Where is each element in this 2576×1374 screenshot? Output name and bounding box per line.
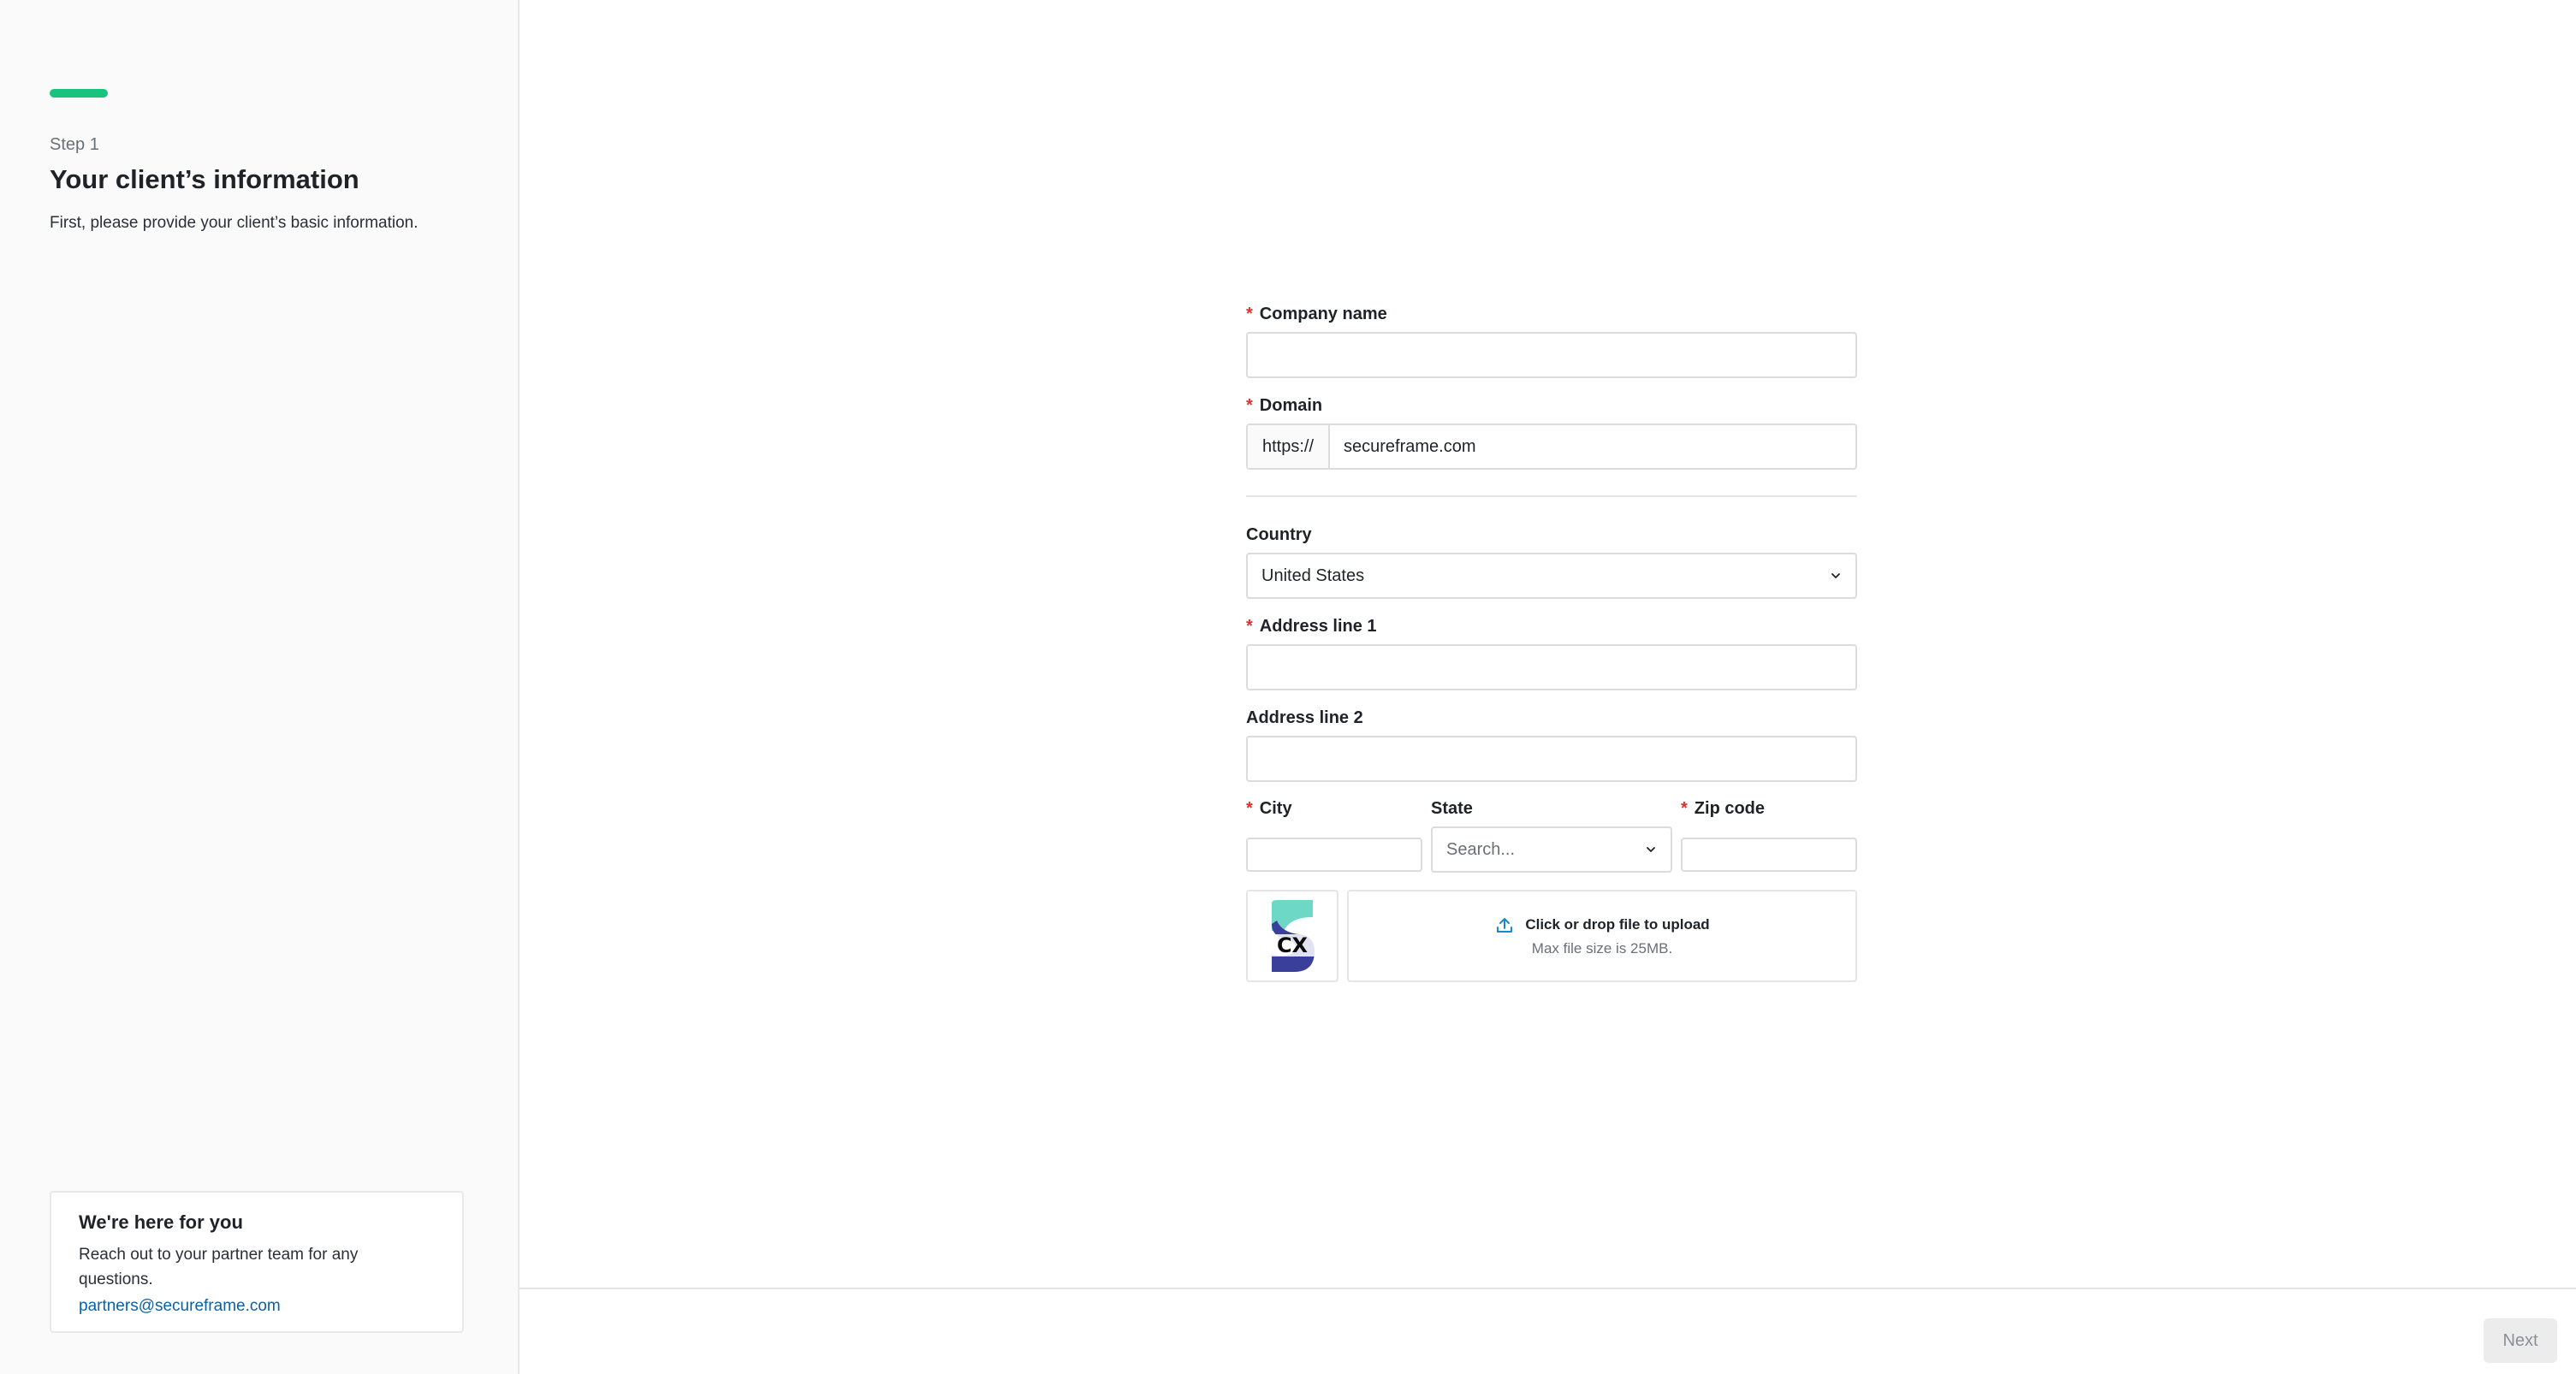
required-mark: *: [1246, 799, 1253, 818]
address-line2-label: Address line 2: [1246, 708, 1363, 727]
company-logo-image: CX: [1270, 900, 1315, 972]
required-mark: *: [1681, 799, 1688, 818]
file-upload-dropzone[interactable]: Click or drop file to upload Max file si…: [1347, 890, 1857, 982]
domain-field: https://: [1246, 423, 1857, 470]
country-label: Country: [1246, 525, 1312, 544]
help-text: Reach out to your partner team for any q…: [79, 1246, 359, 1288]
required-mark: *: [1246, 617, 1253, 636]
state-label: State: [1431, 799, 1473, 818]
help-card: We're here for you Reach out to your par…: [50, 1191, 464, 1333]
logo-preview: CX: [1246, 890, 1338, 982]
logo-text: CX: [1277, 933, 1309, 957]
chevron-down-icon: [1831, 573, 1840, 578]
state-placeholder: Search...: [1446, 839, 1516, 859]
zip-label: * Zip code: [1681, 799, 1766, 818]
domain-label: * Domain: [1246, 396, 1323, 415]
help-title: We're here for you: [79, 1211, 243, 1233]
chevron-down-icon: [1647, 847, 1655, 852]
country-value: United States: [1261, 566, 1365, 585]
state-select[interactable]: Search...: [1431, 826, 1672, 873]
step-progress-bar: [50, 89, 108, 98]
address-line1-label: * Address line 1: [1246, 617, 1377, 636]
upload-subtitle: Max file size is 25MB.: [1531, 940, 1673, 956]
step-title: Your client’s information: [50, 164, 359, 194]
upload-row: Click or drop file to upload: [1494, 915, 1710, 935]
country-select[interactable]: United States: [1246, 553, 1857, 599]
next-button[interactable]: Next: [2484, 1318, 2557, 1363]
main-content: *Company name *Domain https:// Country U…: [519, 0, 2576, 1288]
required-mark: *: [1246, 396, 1253, 415]
address-line2-input[interactable]: [1246, 736, 1857, 782]
step-description: First, please provide your client’s basi…: [50, 214, 418, 232]
step-label: Step 1: [50, 135, 99, 154]
partner-email-link[interactable]: partners@secureframe.com: [79, 1297, 281, 1316]
sidebar: Step 1 Your client’s information First, …: [0, 0, 519, 1374]
company-name-label: * Company name: [1246, 305, 1387, 323]
domain-input[interactable]: [1330, 425, 1855, 468]
company-name-input[interactable]: [1246, 332, 1857, 378]
upload-icon: [1497, 918, 1513, 933]
footer-bar: Next: [519, 1288, 2576, 1374]
section-divider: [1246, 495, 1857, 497]
address-line1-input[interactable]: [1246, 644, 1857, 690]
city-label: * City: [1246, 799, 1292, 818]
required-mark: *: [1246, 305, 1253, 323]
domain-prefix: https://: [1248, 425, 1330, 468]
zip-input[interactable]: [1681, 838, 1857, 872]
upload-title: Click or drop file to upload: [1525, 916, 1710, 933]
city-input[interactable]: [1246, 838, 1422, 872]
